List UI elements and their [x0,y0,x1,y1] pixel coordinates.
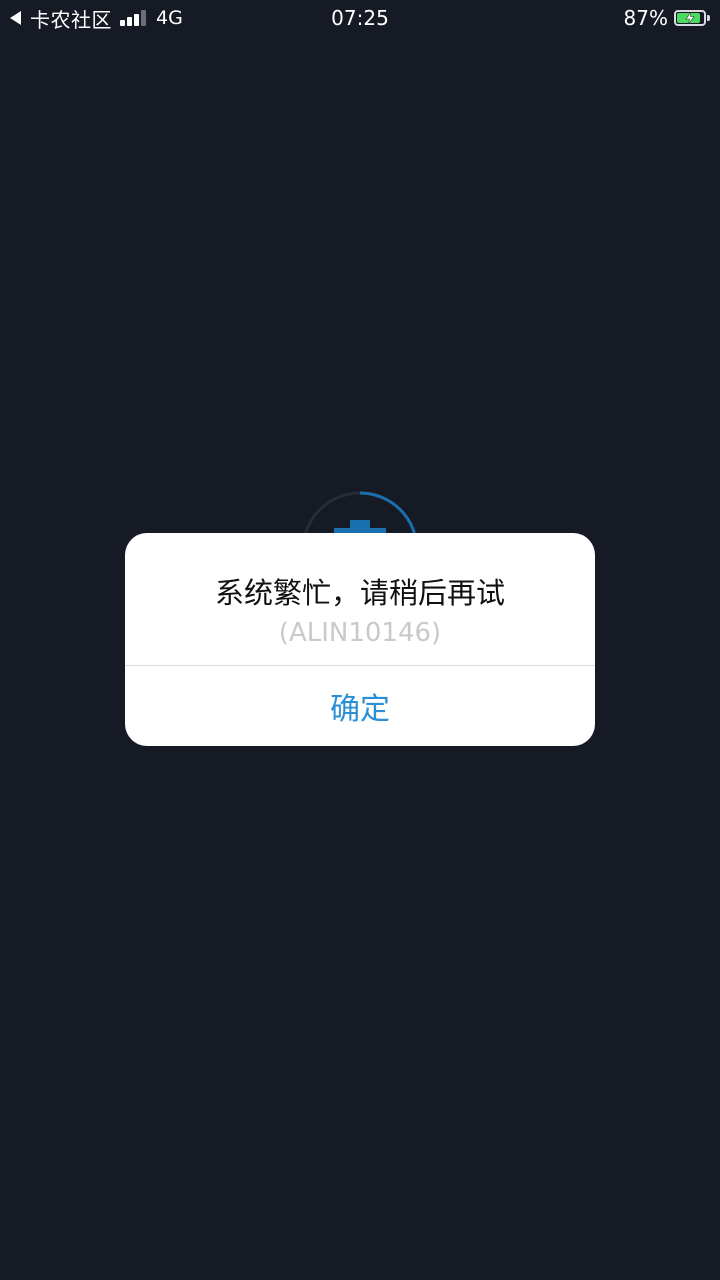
alert-message: 系统繁忙，请稍后再试 [214,576,505,610]
alert-dialog: 系统繁忙，请稍后再试 (ALIN10146) 确定 [125,533,595,746]
status-bar: 卡农社区 4G 07:25 87% [0,0,720,36]
alert-error-code: (ALIN10146) [278,618,442,648]
status-time: 07:25 [331,6,389,30]
bolt-icon [685,12,695,24]
battery-charging-icon [674,10,706,26]
confirm-button[interactable]: 确定 [125,666,595,746]
screen: 卡农社区 4G 07:25 87% 系统繁忙，请稍后再试 (ALIN10146)… [0,0,720,1280]
battery-cap [707,15,710,21]
battery-percent: 87% [623,6,668,30]
status-right: 87% [624,5,710,31]
alert-body: 系统繁忙，请稍后再试 (ALIN10146) [125,533,595,665]
